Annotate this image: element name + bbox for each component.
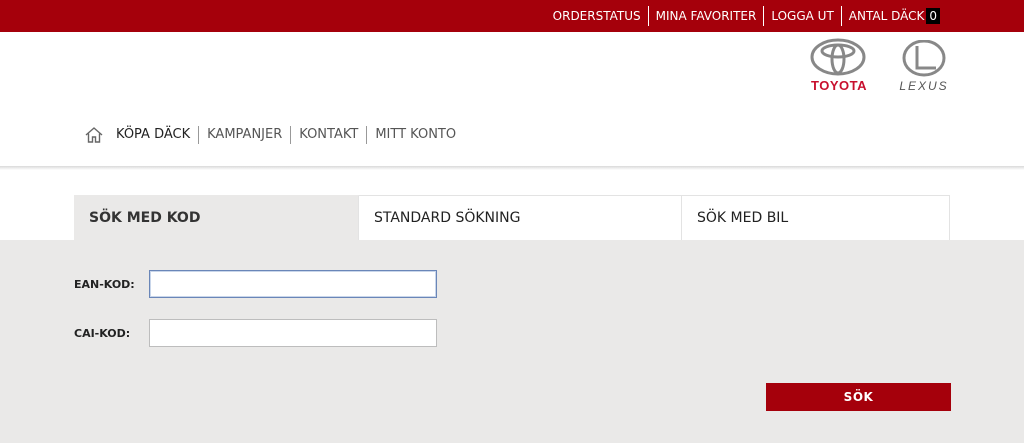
ean-code-label: EAN-KOD: — [74, 278, 135, 291]
cart-count-badge: 0 — [926, 8, 940, 24]
nav-buy-tires[interactable]: KÖPA DÄCK — [112, 126, 198, 144]
cai-code-input[interactable] — [149, 319, 437, 347]
search-button[interactable]: SÖK — [766, 383, 951, 411]
lexus-wordmark: LEXUS — [899, 79, 949, 93]
main-nav: KÖPA DÄCK KAMPANJER KONTAKT MITT KONTO — [84, 124, 464, 146]
tab-search-by-car[interactable]: SÖK MED BIL — [682, 195, 950, 240]
nav-campaigns[interactable]: KAMPANJER — [198, 126, 290, 144]
tab-standard-search[interactable]: STANDARD SÖKNING — [359, 195, 682, 240]
cai-code-label: CAI-KOD: — [74, 327, 131, 340]
logout-link[interactable]: LOGGA UT — [763, 6, 840, 26]
cart-label: ANTAL DÄCK — [848, 9, 925, 23]
cart-link[interactable]: ANTAL DÄCK 0 — [840, 6, 940, 26]
nav-my-account[interactable]: MITT KONTO — [366, 126, 464, 144]
order-status-link[interactable]: ORDERSTATUS — [546, 6, 648, 26]
nav-contact[interactable]: KONTAKT — [290, 126, 366, 144]
home-icon[interactable] — [84, 125, 104, 145]
toyota-wordmark: TOYOTA — [811, 78, 867, 93]
ean-code-input[interactable] — [149, 270, 437, 298]
tab-search-by-code[interactable]: SÖK MED KOD — [74, 195, 359, 240]
search-tabs: SÖK MED KOD STANDARD SÖKNING SÖK MED BIL — [74, 195, 950, 240]
favorites-link[interactable]: MINA FAVORITER — [647, 6, 764, 26]
top-bar: ORDERSTATUS MINA FAVORITER LOGGA UT ANTA… — [0, 0, 1024, 32]
header-divider — [0, 166, 1024, 170]
account-nav: ORDERSTATUS MINA FAVORITER LOGGA UT ANTA… — [546, 0, 940, 32]
